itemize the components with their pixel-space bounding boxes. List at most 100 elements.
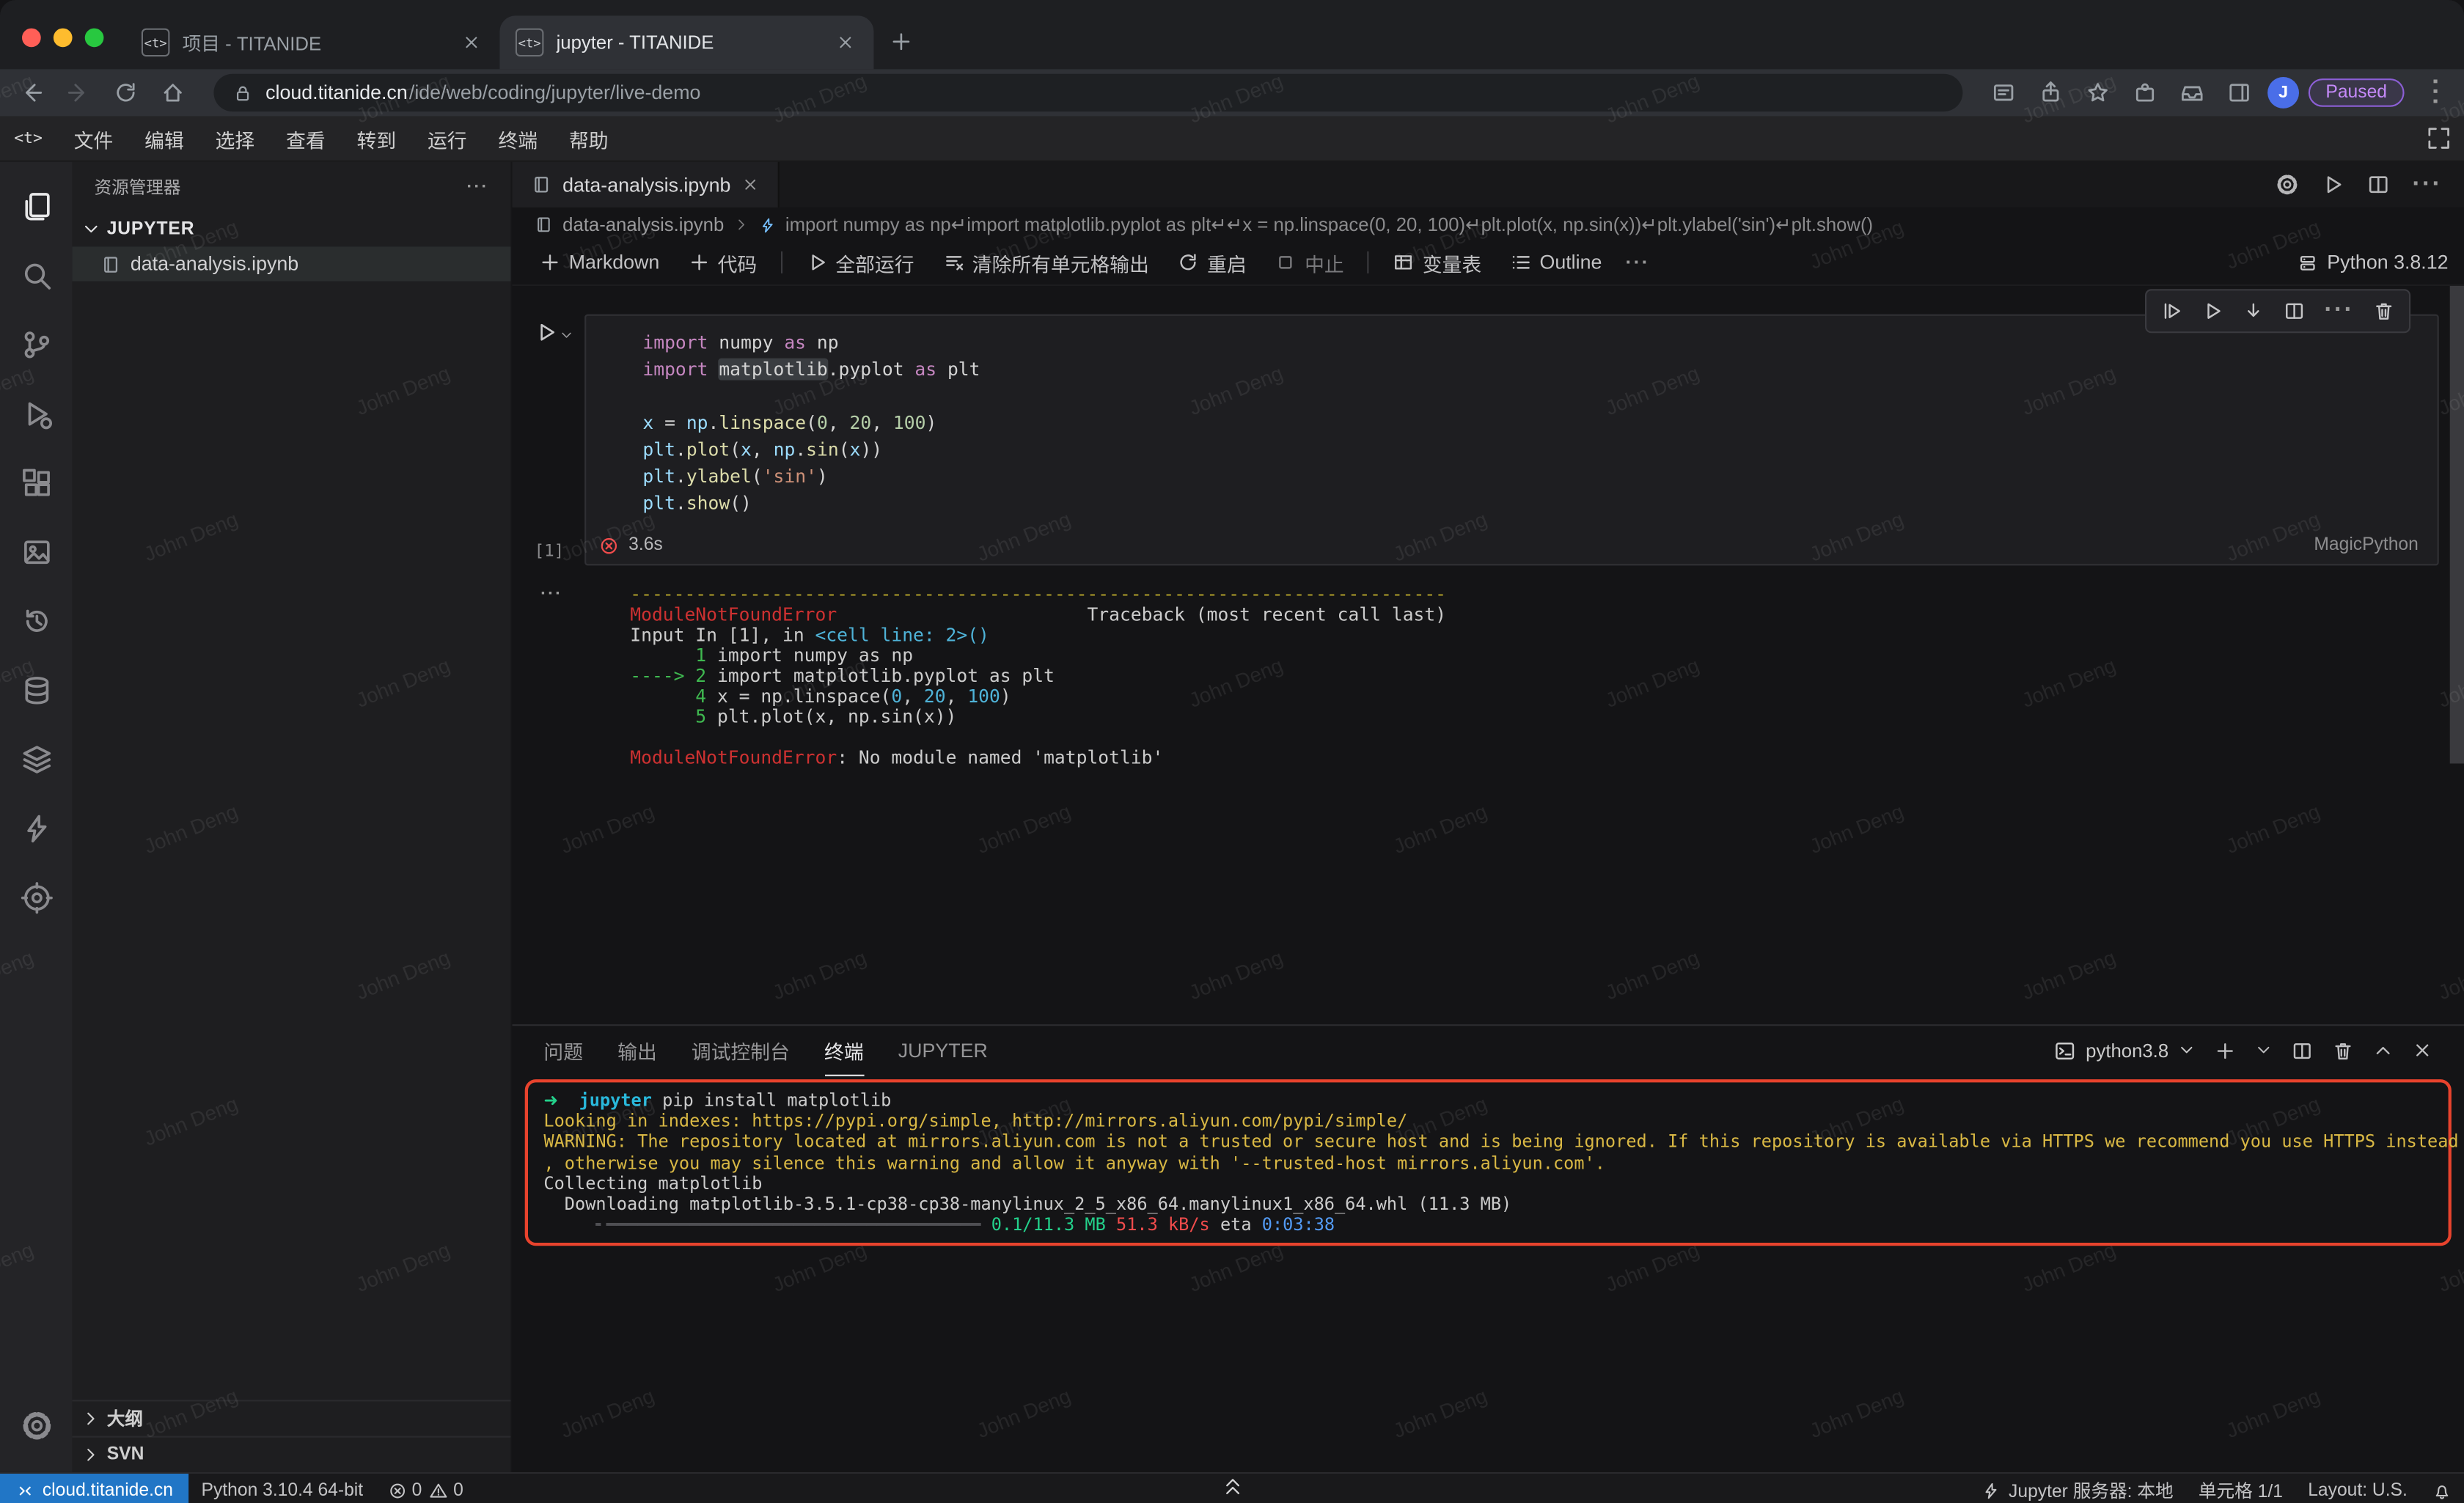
clear-outputs-button[interactable]: 清除所有单元格输出 <box>931 243 1160 283</box>
menu-file[interactable]: 文件 <box>59 119 127 158</box>
breadcrumb-cell-code[interactable]: import numpy as np↵import matplotlib.pyp… <box>785 213 1873 235</box>
maximize-window-button[interactable] <box>85 29 104 48</box>
interrupt-button[interactable]: 中止 <box>1264 243 1354 283</box>
expand-panel-button[interactable] <box>1210 1469 1254 1502</box>
split-terminal-icon[interactable] <box>2291 1040 2313 1062</box>
panel-tab-problems[interactable]: 问题 <box>543 1026 583 1076</box>
python-interpreter[interactable]: Python 3.10.4 64-bit <box>188 1474 375 1503</box>
delete-cell-icon[interactable] <box>2373 300 2395 322</box>
run-debug-icon[interactable] <box>0 378 73 447</box>
explorer-icon[interactable] <box>0 172 73 240</box>
sync-paused-badge[interactable]: Paused <box>2309 78 2405 107</box>
back-icon[interactable] <box>12 74 50 111</box>
cell-code[interactable]: import numpy as np import matplotlib.pyp… <box>586 316 2437 526</box>
forward-icon[interactable] <box>59 74 97 111</box>
menu-help[interactable]: 帮助 <box>555 119 623 158</box>
menu-selection[interactable]: 选择 <box>201 119 268 158</box>
cell-editor[interactable]: import numpy as np import matplotlib.pyp… <box>584 315 2439 566</box>
new-tab-icon[interactable] <box>890 30 913 54</box>
run-cell-button[interactable] <box>535 320 585 344</box>
close-tab-icon[interactable] <box>833 33 858 52</box>
database-icon[interactable] <box>0 655 73 724</box>
keyboard-layout[interactable]: Layout: U.S. <box>2295 1474 2420 1503</box>
menu-run[interactable]: 运行 <box>414 119 481 158</box>
preview-icon[interactable] <box>0 517 73 586</box>
terminal-picker[interactable]: python3.8 <box>2054 1040 2195 1062</box>
collapse-output-icon[interactable]: ··· <box>540 584 562 603</box>
cell-language-mode[interactable]: MagicPython <box>2314 536 2418 555</box>
lightning-icon[interactable] <box>0 793 73 862</box>
breadcrumb[interactable]: data-analysis.ipynb import numpy as np↵i… <box>513 207 2464 241</box>
cell-more-icon[interactable]: ··· <box>2324 297 2354 326</box>
cell-position[interactable]: 单元格 1/1 <box>2186 1474 2295 1503</box>
close-tab-icon[interactable] <box>741 176 759 194</box>
panel-tab-debug-console[interactable]: 调试控制台 <box>692 1026 790 1076</box>
home-icon[interactable] <box>154 74 191 111</box>
sidebar-toggle-icon[interactable] <box>2221 74 2258 111</box>
split-editor-icon[interactable] <box>2366 173 2390 196</box>
inbox-icon[interactable] <box>2174 74 2211 111</box>
execute-below-icon[interactable] <box>2243 300 2265 322</box>
reading-list-icon[interactable] <box>1984 74 2022 111</box>
split-cell-icon[interactable] <box>2284 300 2306 322</box>
share-icon[interactable] <box>2032 74 2069 111</box>
jupyter-server-status[interactable]: Jupyter 服务器: 本地 <box>1969 1474 2185 1503</box>
settings-gear-icon[interactable] <box>0 1390 73 1459</box>
extensions-puzzle-icon[interactable] <box>2126 74 2163 111</box>
terminal-dropdown-icon[interactable] <box>2255 1043 2273 1060</box>
editor-tab-notebook[interactable]: data-analysis.ipynb <box>513 162 780 208</box>
terminal-content-highlight[interactable]: ➜ jupyter pip install matplotlib Looking… <box>525 1079 2452 1246</box>
browser-tab-project[interactable]: <t> 项目 - TITANIDE <box>125 15 499 69</box>
bookmark-star-icon[interactable] <box>2079 74 2116 111</box>
outline-button[interactable]: Outline <box>1499 247 1613 279</box>
execute-cell-icon[interactable] <box>2201 300 2223 322</box>
notifications-bell[interactable] <box>2420 1474 2464 1503</box>
problems-summary[interactable]: 0 0 <box>375 1474 476 1503</box>
reload-icon[interactable] <box>107 74 144 111</box>
close-window-button[interactable] <box>22 29 41 48</box>
fullscreen-icon[interactable] <box>2427 125 2452 150</box>
panel-tab-terminal[interactable]: 终端 <box>824 1025 864 1077</box>
minimize-window-button[interactable] <box>54 29 73 48</box>
kill-terminal-icon[interactable] <box>2332 1040 2354 1062</box>
toolbar-more-icon[interactable]: ··· <box>1626 252 1650 274</box>
source-control-icon[interactable] <box>0 309 73 378</box>
breadcrumb-file[interactable]: data-analysis.ipynb <box>562 213 724 235</box>
menu-terminal[interactable]: 终端 <box>484 119 551 158</box>
menu-goto[interactable]: 转到 <box>342 119 410 158</box>
notebook-settings-gear-icon[interactable] <box>2276 173 2299 196</box>
sidebar-section-outline[interactable]: 大纲 <box>73 1400 511 1436</box>
search-icon[interactable] <box>0 240 73 309</box>
menu-edit[interactable]: 编辑 <box>131 119 198 158</box>
close-panel-icon[interactable] <box>2412 1041 2432 1062</box>
close-tab-icon[interactable] <box>459 33 484 52</box>
explorer-more-icon[interactable]: ··· <box>466 177 488 196</box>
run-by-line-icon[interactable] <box>2160 300 2182 322</box>
browser-tab-jupyter[interactable]: <t> jupyter - TITANIDE <box>499 15 873 69</box>
add-markdown-button[interactable]: Markdown <box>528 247 670 279</box>
address-bar[interactable]: cloud.titanide.cn/ide/web/coding/jupyter… <box>213 74 1962 111</box>
maximize-panel-icon[interactable] <box>2373 1041 2394 1062</box>
layers-icon[interactable] <box>0 724 73 793</box>
new-terminal-icon[interactable] <box>2214 1040 2236 1062</box>
sidebar-section-svn[interactable]: SVN <box>73 1436 511 1472</box>
file-item-notebook[interactable]: data-analysis.ipynb <box>73 246 511 281</box>
variables-button[interactable]: 变量表 <box>1382 243 1492 283</box>
editor-more-icon[interactable]: ··· <box>2412 171 2442 199</box>
browser-menu-icon[interactable]: ··· <box>2413 74 2451 111</box>
panel-tab-jupyter[interactable]: JUPYTER <box>898 1026 988 1076</box>
panel-tab-output[interactable]: 输出 <box>617 1026 657 1076</box>
run-all-button[interactable]: 全部运行 <box>795 243 925 283</box>
restart-kernel-button[interactable]: 重启 <box>1166 243 1257 283</box>
editor-scrollbar[interactable] <box>2450 286 2464 763</box>
remote-indicator[interactable]: cloud.titanide.cn <box>0 1474 188 1503</box>
run-options-chevron-icon[interactable] <box>560 328 573 342</box>
add-code-button[interactable]: 代码 <box>677 243 768 283</box>
extensions-icon[interactable] <box>0 448 73 517</box>
history-icon[interactable] <box>0 586 73 655</box>
sidebar-section-jupyter[interactable]: JUPYTER <box>73 212 511 246</box>
menu-view[interactable]: 查看 <box>272 119 340 158</box>
profile-avatar[interactable]: J <box>2267 77 2299 109</box>
run-all-icon[interactable] <box>2321 173 2344 196</box>
target-icon[interactable] <box>0 862 73 931</box>
